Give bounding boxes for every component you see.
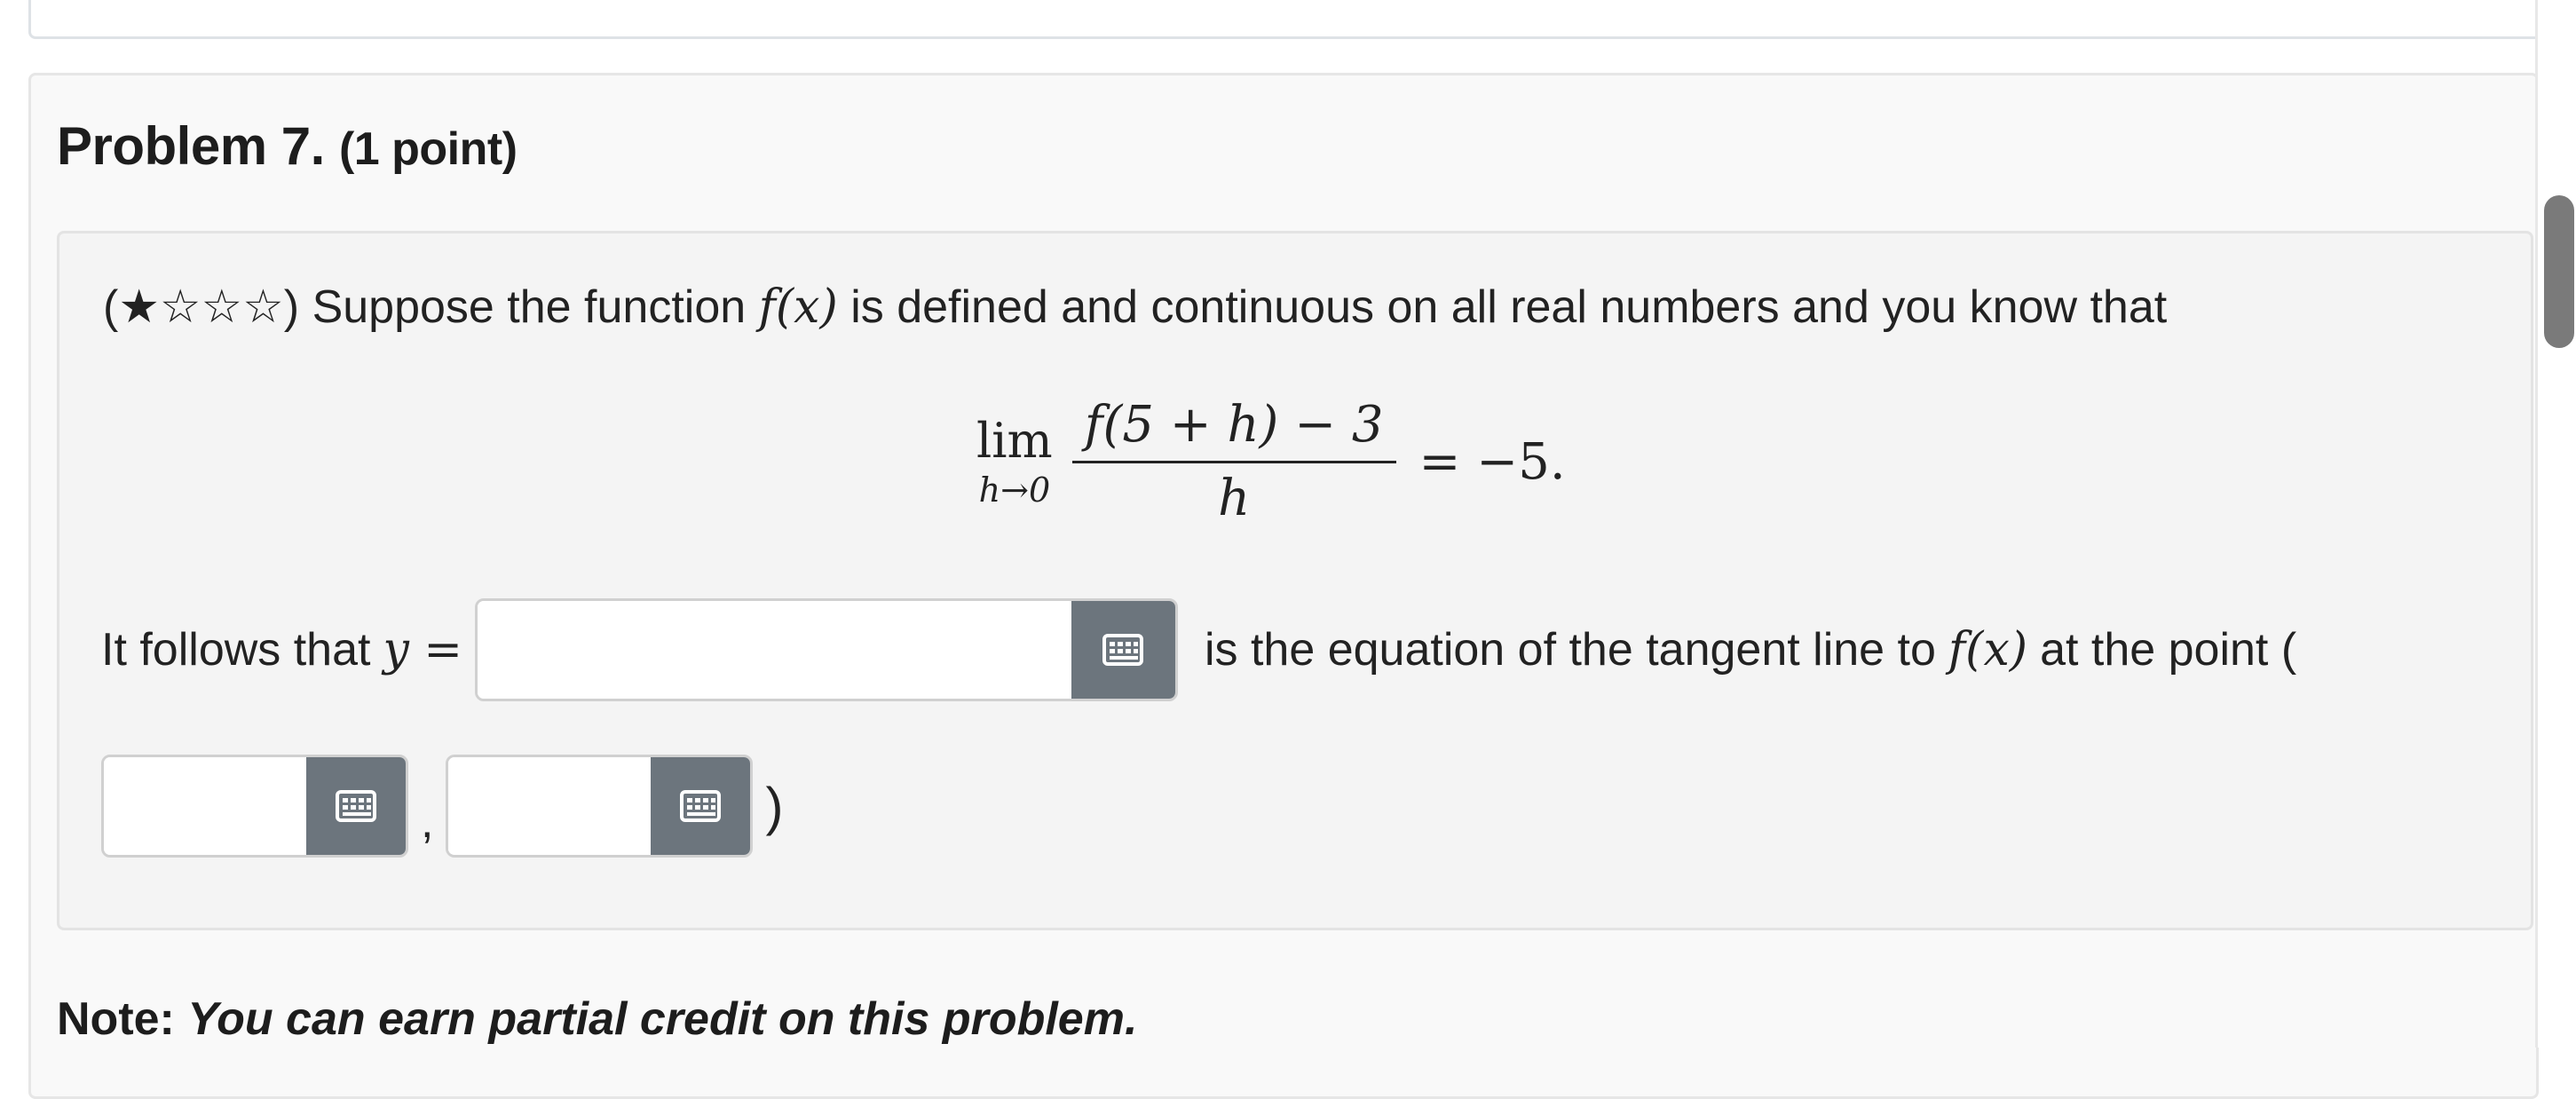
math-keyboard-button[interactable] — [306, 757, 406, 855]
limit-value: = −5. — [1418, 432, 1566, 491]
fraction-denominator: h — [1218, 469, 1251, 527]
scrollbar-track[interactable] — [2535, 0, 2576, 1048]
fraction-numerator: f(5 + h) − 3 — [1084, 395, 1384, 454]
question-prefix: It follows that — [101, 624, 371, 676]
question-suffix: at the point ( — [2040, 624, 2297, 676]
point-comma: , — [421, 796, 434, 848]
point-x-answer — [101, 755, 408, 858]
function-fx: f(x) — [758, 281, 838, 334]
tangent-function-fx: f(x) — [1948, 623, 2028, 676]
difficulty-stars: (★☆☆☆) — [103, 281, 300, 333]
limit-fraction: f(5 + h) − 3 h — [1071, 395, 1396, 529]
point-close-paren: ) — [765, 776, 784, 836]
problem-number: Problem 7. — [57, 116, 325, 176]
limit-equation: lim h→0 f(5 + h) − 3 h = −5. — [976, 391, 1566, 533]
problem-title: Problem 7. (1 point) — [57, 115, 518, 177]
answer-row-2: , ) — [101, 753, 783, 859]
point-y-answer — [446, 755, 754, 858]
statement-text-2: is defined and continuous on all real nu… — [850, 281, 2168, 333]
tangent-line-answer — [474, 598, 1178, 701]
math-keyboard-button[interactable] — [651, 757, 751, 855]
note-text: You can earn partial credit on this prob… — [187, 993, 1138, 1045]
previous-problem-card — [28, 0, 2542, 39]
y-label: y = — [383, 623, 462, 676]
limit-operator: lim h→0 — [976, 413, 1053, 510]
answer-row-1: It follows that y = is the equation of t… — [101, 597, 2296, 703]
point-x-input[interactable] — [104, 757, 306, 855]
problem-points: (1 point) — [338, 123, 518, 175]
problem-statement: (★☆☆☆) Suppose the function f(x) is defi… — [103, 281, 2167, 334]
lim-word: lim — [976, 413, 1053, 469]
keyboard-icon — [680, 790, 722, 822]
statement-text-1: Suppose the function — [312, 281, 747, 333]
lim-subscript: h→0 — [978, 470, 1051, 510]
keyboard-icon — [336, 790, 376, 822]
tangent-line-input[interactable] — [477, 601, 1071, 699]
partial-credit-note: Note: You can earn partial credit on thi… — [57, 992, 1137, 1046]
note-label: Note: — [57, 993, 175, 1045]
point-y-input[interactable] — [448, 757, 652, 855]
keyboard-icon — [1102, 634, 1144, 666]
math-keyboard-button[interactable] — [1071, 601, 1175, 699]
question-middle-text: is the equation of the tangent line to — [1204, 624, 1936, 676]
scrollbar-thumb[interactable] — [2544, 195, 2574, 348]
